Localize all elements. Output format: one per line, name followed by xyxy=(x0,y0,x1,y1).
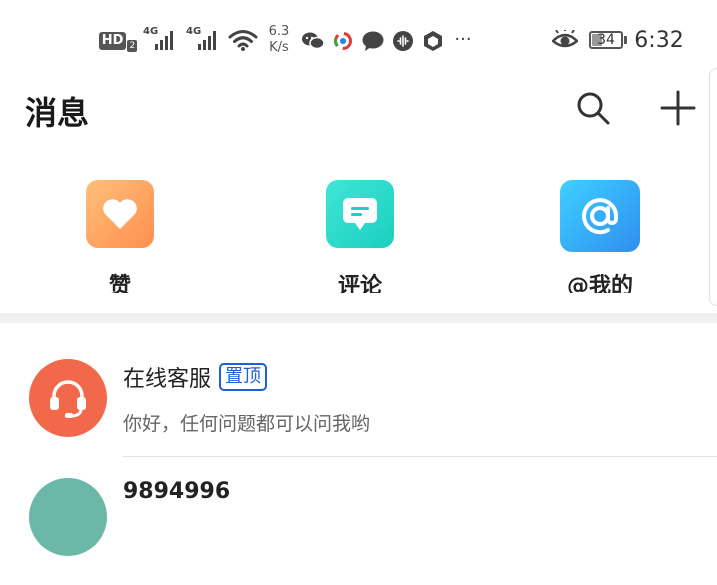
conversation-name-row: 在线客服 置顶 xyxy=(123,361,268,393)
user-avatar xyxy=(29,478,107,556)
conversation-item-customer-service[interactable]: 在线客服 置顶 你好，任何问题都可以问我哟 xyxy=(0,323,717,457)
conversation-item-user[interactable]: 9894996 xyxy=(0,455,717,585)
at-icon xyxy=(582,198,618,235)
quick-entries: 赞 评论 @我的 xyxy=(0,0,709,293)
mentions-entry[interactable]: @我的 xyxy=(545,180,655,293)
mentions-tile xyxy=(560,180,640,252)
pinned-badge: 置顶 xyxy=(219,363,268,391)
headset-icon xyxy=(50,380,86,418)
comment-icon xyxy=(343,198,377,230)
conversation-name: 在线客服 xyxy=(123,367,212,392)
conversation-preview: 你好，任何问题都可以问我哟 xyxy=(123,413,371,435)
comments-entry[interactable]: 评论 xyxy=(305,180,415,293)
mentions-label: @我的 xyxy=(566,274,633,293)
avatar xyxy=(29,359,107,437)
conversation-name: 9894996 xyxy=(123,479,231,504)
likes-label: 赞 xyxy=(108,274,131,293)
likes-entry[interactable]: 赞 xyxy=(65,180,175,293)
heart-icon xyxy=(103,199,137,229)
section-divider xyxy=(0,313,717,323)
conversation-name-row: 9894996 xyxy=(123,479,230,504)
comments-tile xyxy=(326,180,394,248)
comments-label: 评论 xyxy=(337,274,382,293)
side-panel-edge xyxy=(709,68,717,306)
likes-tile xyxy=(86,180,154,248)
